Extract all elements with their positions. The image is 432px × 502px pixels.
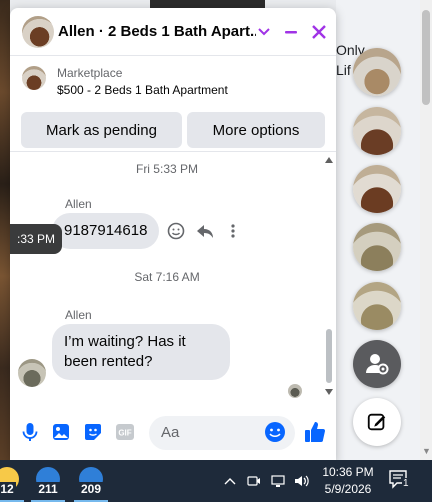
background-photo-strip bbox=[0, 0, 10, 460]
svg-text:GIF: GIF bbox=[118, 429, 131, 438]
notification-center-button[interactable]: 1 bbox=[388, 469, 414, 493]
composer-bar: GIF Aa bbox=[10, 408, 336, 456]
volume-icon[interactable] bbox=[294, 473, 310, 489]
gif-icon[interactable]: GIF bbox=[113, 420, 137, 444]
chat-head-5[interactable] bbox=[353, 282, 401, 330]
show-hidden-icons-chevron-icon[interactable] bbox=[222, 473, 238, 489]
taskbar-app-3[interactable]: 209 bbox=[70, 460, 112, 502]
taskbar-app-2[interactable]: 211 bbox=[27, 460, 69, 502]
emoji-icon[interactable] bbox=[263, 420, 287, 444]
message-text-line: I’m waiting? Has it bbox=[64, 333, 186, 350]
sticker-icon[interactable] bbox=[81, 420, 105, 444]
message-list[interactable]: Fri 5:33 PM Allen 9187914618 Sat 7:16 AM… bbox=[10, 153, 336, 400]
chat-head-2[interactable] bbox=[353, 107, 401, 155]
chat-head-3[interactable] bbox=[353, 165, 401, 213]
timestamp: Sat 7:16 AM bbox=[134, 270, 200, 284]
message-bubble[interactable]: I’m waiting? Has it been rented? bbox=[52, 324, 230, 380]
background-photo-top bbox=[150, 0, 265, 8]
app-badge-count: 211 bbox=[36, 482, 60, 496]
app-badge-count: 209 bbox=[78, 482, 104, 496]
message-bubble[interactable]: 9187914618 bbox=[52, 213, 160, 249]
new-message-button[interactable] bbox=[353, 398, 401, 446]
sender-avatar[interactable] bbox=[18, 359, 46, 387]
message-scrollbar-thumb[interactable] bbox=[326, 329, 332, 383]
timestamp: Fri 5:33 PM bbox=[135, 162, 198, 176]
react-icon[interactable] bbox=[165, 220, 187, 242]
taskbar-app-1[interactable]: 12 bbox=[0, 460, 28, 502]
mark-as-pending-button[interactable]: Mark as pending bbox=[21, 112, 182, 148]
reply-icon[interactable] bbox=[194, 220, 216, 242]
app-badge-count: 12 bbox=[0, 482, 16, 496]
system-clock[interactable]: 10:36 PM 5/9/2026 bbox=[320, 464, 376, 498]
photo-icon[interactable] bbox=[49, 420, 73, 444]
scroll-up-arrow-icon[interactable] bbox=[325, 157, 333, 163]
scroll-down-arrow-icon[interactable]: ▼ bbox=[422, 446, 431, 456]
compose-icon bbox=[367, 413, 386, 431]
listing-thumbnail[interactable] bbox=[22, 66, 46, 90]
notification-count: 1 bbox=[402, 478, 410, 489]
taskbar: 12 211 209 10:36 PM 5/9/2026 1 bbox=[0, 460, 432, 502]
sender-name: Allen bbox=[65, 308, 92, 322]
chevron-down-icon[interactable] bbox=[252, 20, 276, 44]
meet-now-icon[interactable] bbox=[246, 473, 262, 489]
scroll-down-arrow-icon[interactable] bbox=[325, 389, 333, 395]
more-actions-icon[interactable] bbox=[222, 220, 244, 242]
thumbs-up-icon[interactable] bbox=[303, 420, 327, 444]
sender-name: Allen bbox=[65, 197, 92, 211]
chat-window: Allen · 2 Beds 1 Bath Apart... Marketpla… bbox=[10, 8, 336, 462]
microphone-icon[interactable] bbox=[18, 420, 42, 444]
marketplace-label: Marketplace bbox=[57, 66, 123, 80]
marketplace-listing-banner: Marketplace $500 - 2 Beds 1 Bath Apartme… bbox=[10, 56, 336, 152]
clock-date: 5/9/2026 bbox=[324, 482, 372, 496]
chat-head-1[interactable] bbox=[353, 48, 401, 96]
more-options-button[interactable]: More options bbox=[187, 112, 325, 148]
chat-head-4[interactable] bbox=[353, 223, 401, 271]
contacts-settings-button[interactable] bbox=[353, 340, 401, 388]
network-icon[interactable] bbox=[270, 473, 286, 489]
chat-title[interactable]: Allen · 2 Beds 1 Bath Apart... bbox=[58, 23, 256, 40]
read-receipt-avatar bbox=[288, 384, 302, 398]
listing-title[interactable]: $500 - 2 Beds 1 Bath Apartment bbox=[57, 83, 228, 97]
background-text-line2: Lif bbox=[336, 62, 351, 78]
contact-avatar[interactable] bbox=[22, 16, 54, 48]
close-icon[interactable] bbox=[307, 20, 331, 44]
message-text-line: been rented? bbox=[64, 353, 153, 370]
contacts-gear-icon bbox=[366, 354, 389, 375]
clock-time: 10:36 PM bbox=[322, 465, 374, 479]
page-scrollbar-thumb[interactable] bbox=[422, 10, 430, 105]
timestamp-tooltip: :33 PM bbox=[10, 224, 62, 254]
chat-header: Allen · 2 Beds 1 Bath Apart... bbox=[10, 8, 336, 56]
minimize-icon[interactable] bbox=[279, 20, 303, 44]
